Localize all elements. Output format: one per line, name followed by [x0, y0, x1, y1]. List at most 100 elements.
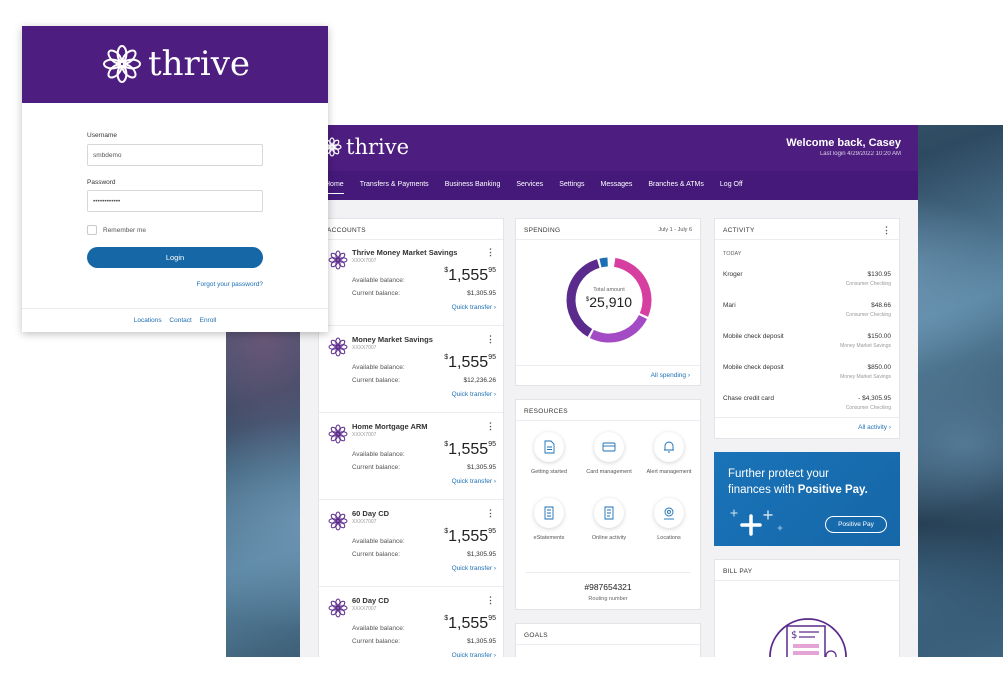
account-number: XXXX7007: [352, 432, 377, 438]
total-amount-value: $25,910: [585, 294, 633, 310]
account-menu-icon[interactable]: ⋮: [486, 508, 495, 519]
activity-account: Money Market Savings: [840, 374, 891, 380]
account-row[interactable]: Money Market Savings XXXX7007 ⋮ Available b…: [319, 327, 503, 413]
quick-transfer-link[interactable]: Quick transfer ›: [452, 478, 496, 485]
flower-icon: [328, 250, 348, 275]
resource-document[interactable]: Getting started: [519, 432, 579, 476]
activity-name: Chase credit card: [723, 395, 774, 402]
resource-label: Online activity: [591, 535, 627, 541]
nav-messages[interactable]: Messages: [600, 181, 632, 190]
nav-business-banking[interactable]: Business Banking: [445, 181, 501, 190]
activity-name: Mobile check deposit: [723, 364, 784, 371]
all-spending-link[interactable]: All spending ›: [651, 372, 690, 379]
activity-icon: [604, 506, 614, 520]
goals-title: Goals: [524, 632, 548, 639]
nav-services[interactable]: Services: [516, 181, 543, 190]
resource-activity[interactable]: Online activity: [579, 498, 639, 542]
resources-title: Resources: [524, 408, 568, 415]
activity-row[interactable]: Mobile check deposit $850.00 Money Market …: [723, 364, 891, 388]
nav-branches-atms[interactable]: Branches & ATMs: [648, 181, 704, 190]
donut-segment[interactable]: [599, 257, 608, 268]
total-amount-label: Total amount: [593, 287, 625, 293]
quick-transfer-link[interactable]: Quick transfer ›: [452, 652, 496, 657]
account-menu-icon[interactable]: ⋮: [486, 421, 495, 432]
account-menu-icon[interactable]: ⋮: [486, 247, 495, 258]
nav-transfers-payments[interactable]: Transfers & Payments: [360, 181, 429, 190]
bill-illustration-icon: $: [769, 618, 847, 657]
all-activity-link[interactable]: All activity ›: [858, 424, 891, 431]
accounts-card: Accounts Thrive Money Market Savings XXXX…: [318, 218, 504, 657]
resource-statement[interactable]: eStatements: [519, 498, 579, 542]
available-balance-value: $1,55595: [444, 267, 496, 284]
brand-logo[interactable]: thrive: [322, 135, 409, 159]
activity-amount: $150.00: [867, 333, 892, 340]
positive-pay-button[interactable]: Positive Pay: [825, 516, 887, 533]
activity-card: Activity ⋮ Today Kroger $130.95 Consumer C…: [714, 218, 900, 439]
activity-title: Activity: [723, 227, 755, 234]
flower-icon: [328, 511, 348, 536]
account-menu-icon[interactable]: ⋮: [486, 595, 495, 606]
resource-location[interactable]: Locations: [639, 498, 699, 542]
account-row[interactable]: 60 Day CD XXXX7007 ⋮ Available balance: Curr…: [319, 501, 503, 587]
username-input[interactable]: smbdemo: [87, 144, 263, 166]
nav-settings[interactable]: Settings: [559, 181, 584, 190]
login-brand-logo: thrive: [102, 44, 250, 84]
current-balance-label: Current balance:: [352, 290, 401, 297]
resource-bell[interactable]: Alert management: [639, 432, 699, 476]
quick-transfer-link[interactable]: Quick transfer ›: [452, 391, 496, 398]
account-name: Thrive Money Market Savings: [352, 248, 458, 257]
account-name: 60 Day CD: [352, 509, 390, 518]
resource-label: Locations: [657, 535, 681, 541]
dashboard-window: thrive Welcome back, Casey Last login 4/…: [300, 125, 918, 657]
forgot-password-link[interactable]: Forgot your password?: [197, 281, 263, 288]
current-balance-value: $1,305.95: [467, 551, 496, 558]
password-label: Password: [87, 179, 116, 186]
flower-icon: [103, 45, 141, 83]
svg-text:$: $: [791, 630, 797, 641]
account-name: Money Market Savings: [352, 335, 433, 344]
activity-row[interactable]: Kroger $130.95 Consumer Checking: [723, 271, 891, 295]
account-menu-icon[interactable]: ⋮: [486, 334, 495, 345]
remember-me[interactable]: Remember me: [87, 225, 146, 235]
activity-row[interactable]: Mobile check deposit $150.00 Money Market …: [723, 333, 891, 357]
password-input[interactable]: ••••••••••••: [87, 190, 263, 212]
current-balance-label: Current balance:: [352, 377, 401, 384]
account-number: XXXX7007: [352, 519, 377, 525]
remember-label: Remember me: [103, 226, 146, 234]
footer-locations-link[interactable]: Locations: [134, 317, 162, 324]
login-header: thrive: [22, 26, 328, 103]
statement-icon: [544, 506, 554, 520]
spending-donut[interactable]: Total amount $25,910: [564, 255, 654, 345]
bill-pay-card: Bill Pay $: [714, 559, 900, 657]
footer-enroll-link[interactable]: Enroll: [200, 317, 217, 324]
flower-icon: [328, 424, 348, 449]
donut-segment[interactable]: [589, 314, 648, 343]
account-row[interactable]: Thrive Money Market Savings XXXX7007 ⋮ Avai…: [319, 240, 503, 326]
card-icon: [602, 442, 616, 452]
resource-label: Alert management: [646, 469, 692, 475]
activity-amount: $48.66: [871, 302, 891, 309]
positive-pay-line1: Further protect your: [728, 468, 829, 480]
resource-card[interactable]: Card management: [579, 432, 639, 476]
account-row[interactable]: Home Mortgage ARM XXXX7007 ⋮ Available bala…: [319, 414, 503, 500]
account-number: XXXX7007: [352, 606, 377, 612]
login-button[interactable]: Login: [87, 247, 263, 268]
activity-row[interactable]: Chase credit card - $4,305.95 Consumer Che…: [723, 395, 891, 419]
remember-checkbox[interactable]: [87, 225, 97, 235]
quick-transfer-link[interactable]: Quick transfer ›: [452, 565, 496, 572]
username-label: Username: [87, 132, 117, 139]
activity-amount: $850.00: [867, 364, 892, 371]
nav-log-off[interactable]: Log Off: [720, 181, 743, 190]
available-balance-label: Available balance:: [352, 277, 405, 284]
quick-transfer-link[interactable]: Quick transfer ›: [452, 304, 496, 311]
bill-pay-title: Bill Pay: [723, 568, 753, 575]
activity-menu-icon[interactable]: ⋮: [882, 225, 891, 236]
activity-row[interactable]: Mari $48.66 Consumer Checking: [723, 302, 891, 326]
welcome-text: Welcome back, Casey: [786, 137, 901, 149]
routing-number: #987654321: [584, 582, 632, 592]
activity-name: Kroger: [723, 271, 743, 278]
activity-account: Money Market Savings: [840, 343, 891, 349]
footer-contact-link[interactable]: Contact: [169, 317, 191, 324]
account-row[interactable]: 60 Day CD XXXX7007 ⋮ Available balance: Curr…: [319, 588, 503, 657]
activity-account: Consumer Checking: [845, 281, 891, 287]
